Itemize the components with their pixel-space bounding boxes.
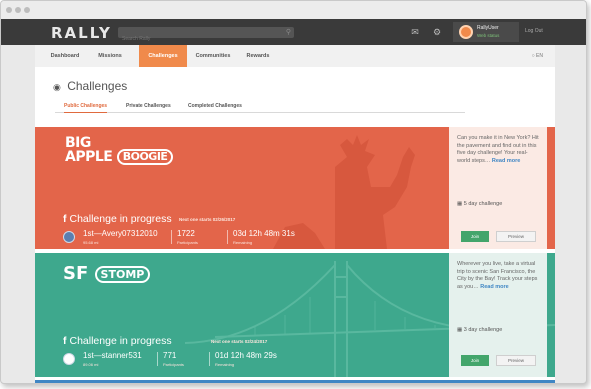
join-button[interactable]: Join: [461, 231, 489, 242]
rally-logo[interactable]: RALLY: [51, 24, 112, 42]
logo-text: RALLY: [51, 24, 112, 42]
participants-count: 771: [163, 351, 177, 360]
tab-public-challenges[interactable]: Public Challenges: [64, 103, 108, 113]
user-status: Web status: [477, 33, 500, 38]
challenge-progress-title: f Challenge in progress: [63, 213, 172, 225]
participants-count: 1722: [177, 229, 195, 238]
browser-window: RALLY ⚲ ✉ ⚙ RallyUser Web status Log Out…: [0, 0, 587, 384]
big-apple-boogie-logo: BIG APPLE BOOGIE: [65, 135, 174, 165]
challenge-banner-big-apple[interactable]: BIG APPLE BOOGIE f Challenge in progress …: [35, 127, 555, 249]
participants-label: Participants: [163, 362, 184, 367]
settings-gear-icon[interactable]: ⚙: [430, 25, 444, 39]
leader-distance: 95.68 mi: [83, 240, 99, 245]
logout-link[interactable]: Log Out: [525, 28, 543, 34]
user-menu[interactable]: RallyUser Web status: [453, 22, 519, 42]
maximize-window-dot[interactable]: [24, 7, 30, 13]
challenge-banner-sf-stomp[interactable]: SF STOMP f Challenge in progress Next one…: [35, 253, 555, 377]
main-nav: Dashboard Missions Challenges Communitie…: [35, 45, 555, 67]
search-icon[interactable]: ⚲: [286, 28, 291, 36]
read-more-link[interactable]: Read more: [492, 158, 520, 164]
close-window-dot[interactable]: [6, 7, 12, 13]
preview-button[interactable]: Preview: [496, 231, 536, 242]
challenge-description: Wherever you live, take a virtual trip t…: [457, 261, 539, 291]
next-race-label: Next one starts 02/26/2017: [179, 217, 236, 222]
leader-distance: 89.06 mi: [83, 362, 99, 367]
nav-rewards[interactable]: Rewards: [241, 45, 275, 67]
user-avatar: [459, 25, 473, 39]
challenge-description: Can you make it in New York? Hit the pav…: [457, 135, 539, 165]
search-box[interactable]: ⚲: [118, 27, 294, 45]
facebook-icon[interactable]: f: [63, 213, 67, 225]
window-titlebar: [1, 1, 586, 19]
leader-name: 1st—stanner531: [83, 351, 142, 360]
globe-icon: ○: [531, 53, 535, 59]
challenge-subtabs: Public Challenges Private Challenges Com…: [55, 103, 465, 113]
brand-pill: BOOGIE: [116, 149, 174, 165]
nav-missions[interactable]: Missions: [91, 45, 129, 67]
stats-divider: [209, 352, 210, 366]
preview-button[interactable]: Preview: [496, 355, 536, 366]
minimize-window-dot[interactable]: [15, 7, 21, 13]
facebook-icon[interactable]: f: [63, 335, 67, 347]
duration-text: 3 day challenge: [463, 327, 503, 333]
challenge-banner-next[interactable]: [35, 380, 555, 383]
leader-name: 1st—Avery07312010: [83, 229, 158, 238]
messages-icon[interactable]: ✉: [408, 25, 422, 39]
brand-pill: STOMP: [94, 265, 151, 283]
progress-title-text: Challenge in progress: [69, 335, 172, 347]
user-name: RallyUser: [477, 25, 499, 31]
challenge-stats: 1st—Avery07312010 95.68 mi 1722 Particip…: [63, 229, 393, 249]
challenge-duration: ▦ 3 day challenge: [457, 327, 502, 333]
remaining-label: Remaining: [215, 362, 235, 367]
challenge-progress-title: f Challenge in progress: [63, 335, 172, 347]
progress-title-text: Challenge in progress: [69, 213, 172, 225]
challenge-info-card: Can you make it in New York? Hit the pav…: [449, 127, 547, 249]
brand-line2: APPLE: [65, 149, 113, 165]
main-content: ◉ Challenges Public Challenges Private C…: [35, 67, 555, 383]
top-bar: RALLY ⚲ ✉ ⚙ RallyUser Web status Log Out: [1, 19, 586, 45]
tab-completed-challenges[interactable]: Completed Challenges: [188, 103, 242, 109]
remaining-label: Remaining: [233, 240, 253, 245]
language-selector[interactable]: ○ EN: [532, 45, 543, 67]
page-title: ◉ Challenges: [53, 79, 127, 93]
challenges-icon: ◉: [53, 82, 61, 92]
next-race-label: Next one starts 02/24/2017: [211, 339, 268, 344]
search-input[interactable]: [118, 33, 294, 45]
duration-text: 5 day challenge: [463, 201, 503, 207]
stats-divider: [171, 230, 172, 244]
calendar-icon: ▦: [457, 327, 463, 333]
brand-line1: BIG: [65, 135, 91, 151]
sf-stomp-logo: SF STOMP: [63, 263, 151, 284]
tab-private-challenges[interactable]: Private Challenges: [126, 103, 171, 109]
calendar-icon: ▦: [457, 201, 463, 207]
language-label: EN: [536, 53, 543, 59]
stats-divider: [157, 352, 158, 366]
nav-challenges[interactable]: Challenges: [139, 45, 187, 67]
stats-divider: [227, 230, 228, 244]
nav-communities[interactable]: Communities: [191, 45, 235, 67]
join-button[interactable]: Join: [461, 355, 489, 366]
challenge-stats: 1st—stanner531 89.06 mi 771 Participants…: [63, 351, 393, 371]
challenge-duration: ▦ 5 day challenge: [457, 201, 502, 207]
time-remaining: 01d 12h 48m 29s: [215, 351, 277, 360]
page-title-text: Challenges: [67, 79, 128, 93]
challenge-info-card: Wherever you live, take a virtual trip t…: [449, 253, 547, 377]
nav-dashboard[interactable]: Dashboard: [45, 45, 85, 67]
leader-avatar: [63, 353, 75, 365]
leader-avatar: [63, 231, 75, 243]
participants-label: Participants: [177, 240, 198, 245]
read-more-link[interactable]: Read more: [480, 284, 508, 290]
time-remaining: 03d 12h 48m 31s: [233, 229, 295, 238]
brand-line1: SF: [63, 263, 89, 284]
